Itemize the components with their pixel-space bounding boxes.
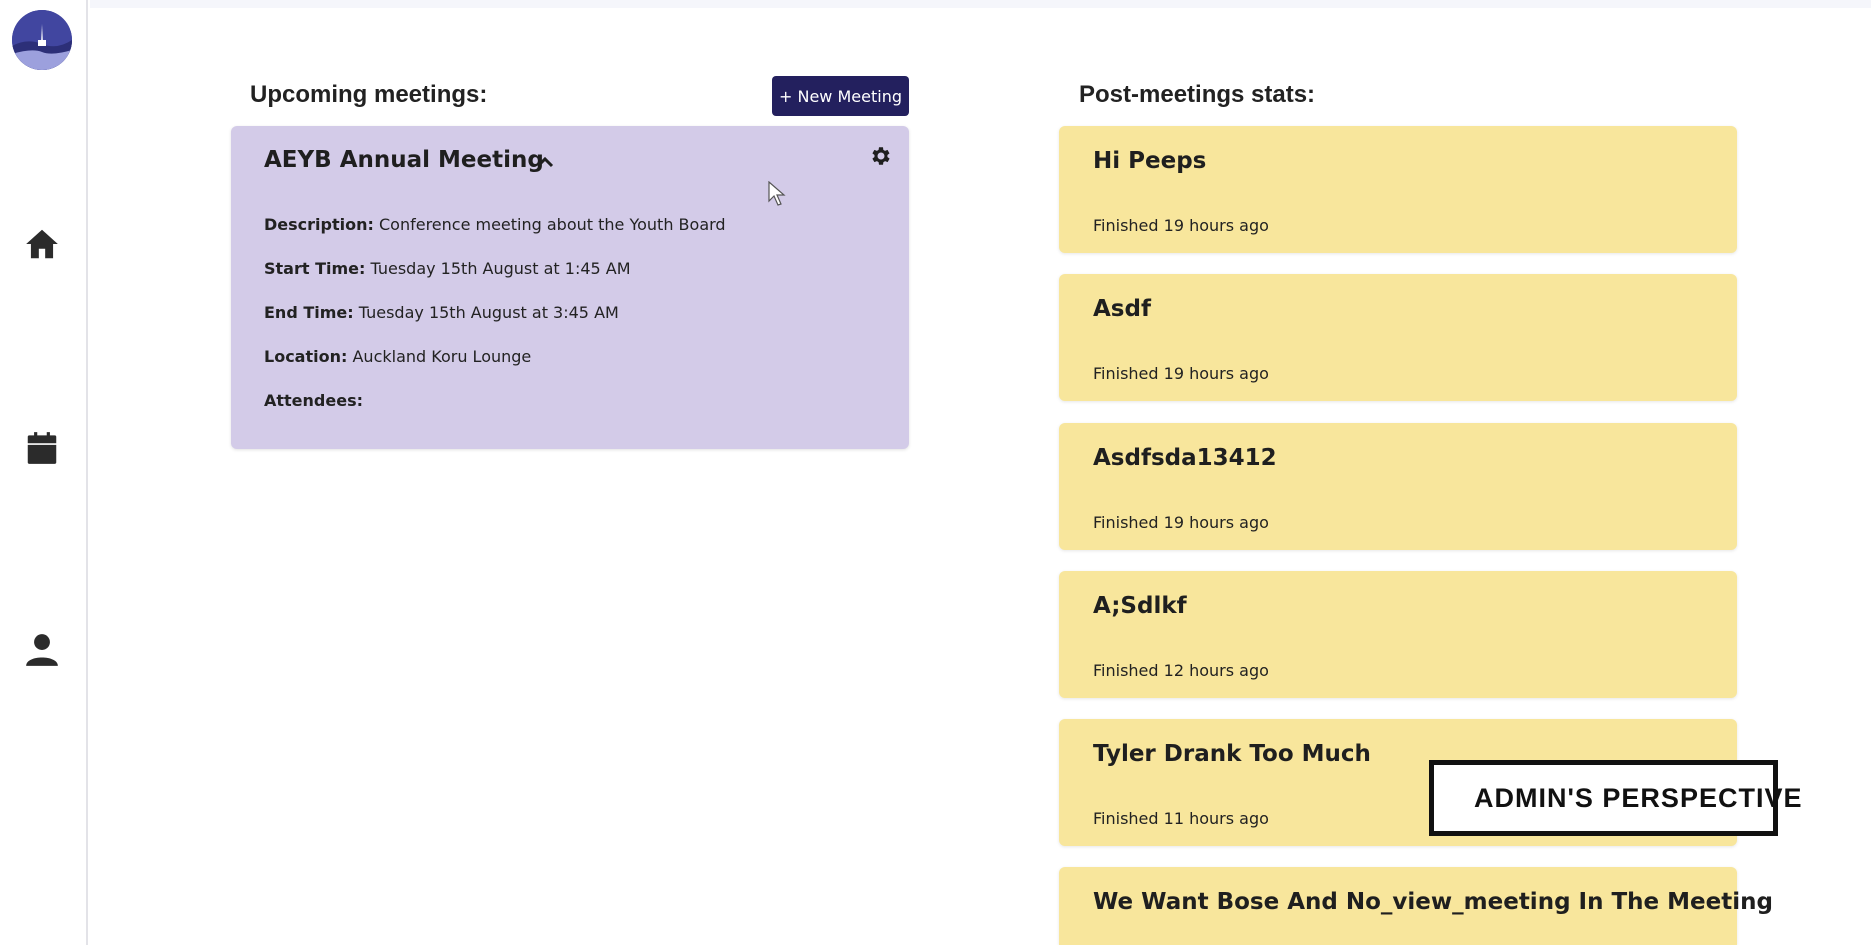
post-meetings-title: Post-meetings stats: [1079,81,1316,108]
top-bar [90,0,1871,8]
collapse-button[interactable] [533,150,557,174]
stat-title: Tyler Drank Too Much [1093,741,1371,767]
stat-card[interactable]: We Want Bose And No_view_meeting In The … [1059,867,1773,945]
user-icon [26,634,58,666]
sidebar-item-home[interactable] [22,224,62,264]
home-icon [26,229,58,259]
sidebar-item-calendar[interactable] [22,428,62,468]
mouse-cursor-icon [768,181,786,206]
new-meeting-button[interactable]: + New Meeting [772,76,909,116]
app-logo[interactable] [12,10,72,70]
stat-card[interactable]: Hi Peeps Finished 19 hours ago [1059,126,1737,253]
stat-card[interactable]: Asdfsda13412 Finished 19 hours ago [1059,423,1737,550]
meeting-title: AEYB Annual Meeting [264,147,544,173]
stat-title: Asdfsda13412 [1093,445,1277,471]
description-value: Conference meeting about the Youth Board [378,215,726,234]
stat-title: We Want Bose And No_view_meeting In The … [1093,889,1773,915]
stat-title: A;Sdlkf [1093,593,1187,619]
upcoming-meetings-title: Upcoming meetings: [250,81,488,108]
location-label: Location: [264,347,348,366]
description-label: Description: [264,215,374,234]
stat-status: Finished 19 hours ago [1093,216,1269,235]
meeting-description: Description: Conference meeting about th… [264,215,726,234]
meeting-settings-button[interactable] [869,144,893,168]
meeting-start-time: Start Time: Tuesday 15th August at 1:45 … [264,259,631,278]
end-time-label: End Time: [264,303,354,322]
attendees-label: Attendees: [264,391,363,410]
meeting-card[interactable]: AEYB Annual Meeting Description: Confere… [231,126,909,449]
gear-icon [872,147,890,165]
end-time-value: Tuesday 15th August at 3:45 AM [358,303,619,322]
meeting-attendees: Attendees: [264,391,363,410]
stat-card[interactable]: Asdf Finished 19 hours ago [1059,274,1737,401]
admin-perspective-badge: ADMIN'S PERSPECTIVE [1429,760,1801,836]
stat-title: Hi Peeps [1093,148,1207,174]
logo-image [12,10,72,70]
stat-status: Finished 19 hours ago [1093,364,1269,383]
start-time-label: Start Time: [264,259,366,278]
sidebar [0,0,88,945]
sidebar-item-profile[interactable] [22,630,62,670]
admin-perspective-label: ADMIN'S PERSPECTIVE [1474,782,1803,813]
stat-card[interactable]: A;Sdlkf Finished 12 hours ago [1059,571,1737,698]
chevron-up-icon [536,156,554,168]
stat-status: Finished 11 hours ago [1093,809,1269,828]
meeting-end-time: End Time: Tuesday 15th August at 3:45 AM [264,303,619,322]
stat-status: Finished 19 hours ago [1093,513,1269,532]
stat-title: Asdf [1093,296,1151,322]
meeting-location: Location: Auckland Koru Lounge [264,347,531,366]
calendar-icon [27,432,57,464]
start-time-value: Tuesday 15th August at 1:45 AM [370,259,631,278]
location-value: Auckland Koru Lounge [352,347,532,366]
stat-status: Finished 12 hours ago [1093,661,1269,680]
